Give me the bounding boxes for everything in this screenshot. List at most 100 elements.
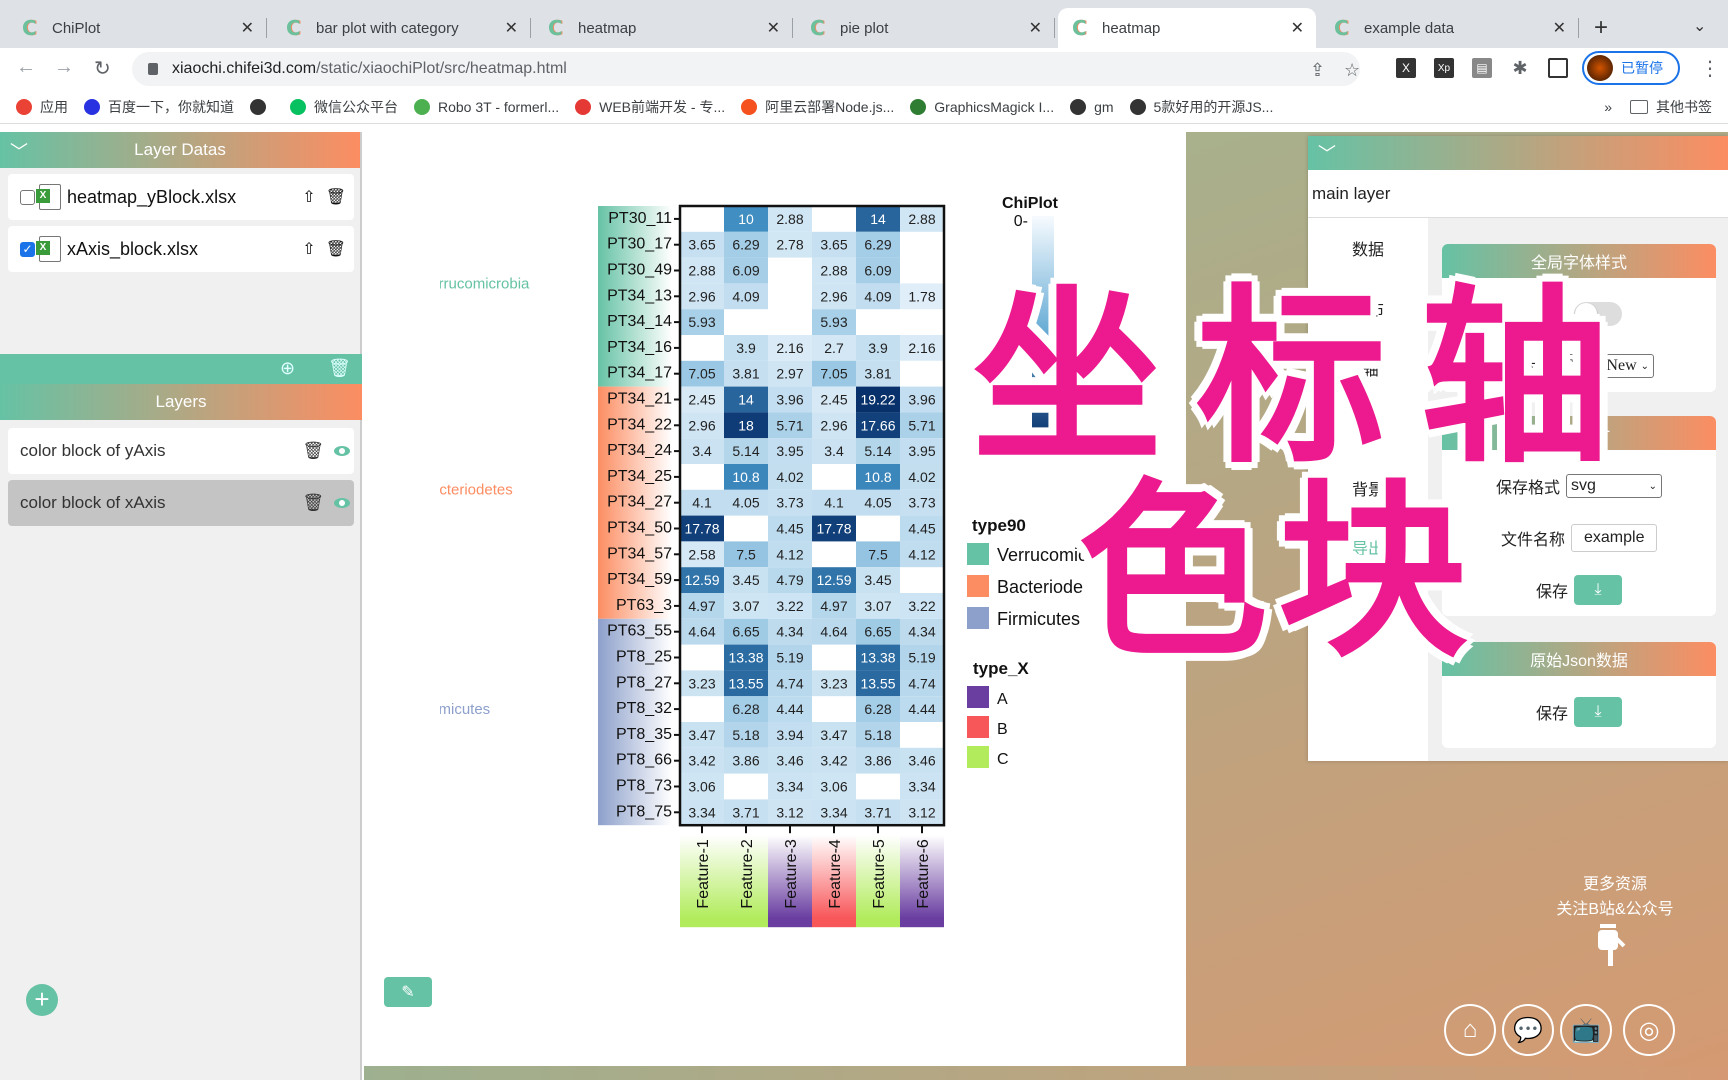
trash-icon[interactable]: 🗑 [326,187,346,207]
cell-value-label: 4.05 [864,495,891,511]
extension-x-icon[interactable]: X [1396,58,1416,78]
share-icon[interactable]: ⇪ [1310,60,1325,81]
data-file-item[interactable]: heatmap_yBlock.xlsx ⇧ 🗑 [8,174,354,220]
bookmark-item[interactable]: gm [1070,97,1114,117]
chiplot-logo-icon[interactable]: ◎ [1623,1004,1675,1056]
cell-value-label: 5.93 [820,314,847,330]
cell-value-label: 17.78 [684,521,719,537]
trash-icon[interactable]: 🗑 [302,493,324,513]
browser-tab[interactable]: Cpie plot ✕ [796,8,1055,48]
pointing-hand-icon [1598,924,1626,966]
layer-item[interactable]: color block of yAxis 🗑 [8,428,354,474]
extensions-puzzle-icon[interactable]: ✱ [1510,58,1530,78]
delete-layers-icon[interactable]: 🗑 [328,358,351,379]
upload-icon[interactable]: ⇧ [302,239,315,259]
cell-value-label: 3.95 [776,443,803,459]
other-bookmarks[interactable]: 其他书签 [1656,97,1712,117]
reload-button[interactable]: ↻ [94,56,111,81]
close-tab-icon[interactable]: ✕ [1553,18,1566,38]
forward-button[interactable]: → [54,56,74,79]
bookmark-label: 百度一下，你就知道 [108,98,234,115]
bookmark-item[interactable]: Robo 3T - formerl... [414,97,559,117]
close-tab-icon[interactable]: ✕ [1029,18,1042,38]
layer-name: color block of xAxis [20,493,166,512]
close-tab-icon[interactable]: ✕ [241,18,254,38]
close-tab-icon[interactable]: ✕ [505,18,518,38]
cell-value-label: 5.19 [776,650,803,666]
side-panel-icon[interactable] [1548,58,1568,78]
legend-swatch [967,746,989,768]
browser-tab[interactable]: Cbar plot with category ✕ [272,8,531,48]
extension-xp-icon[interactable]: Xp [1434,58,1454,78]
cell-value-label: 2.58 [688,546,715,562]
profile-button[interactable]: 已暂停 [1582,51,1680,85]
cell-value-label: 2.7 [824,340,844,356]
bookmark-item[interactable] [250,97,274,117]
browser-tab[interactable]: Cheatmap ✕ [534,8,793,48]
bookmark-item[interactable]: GraphicsMagick I... [910,97,1054,117]
trash-icon[interactable]: 🗑 [302,441,324,461]
cell-value-label: 4.45 [908,521,935,537]
bookmark-item[interactable]: WEB前端开发 - 专... [575,97,725,117]
cell-value-label: 5.19 [908,650,935,666]
bookmarks-overflow-button[interactable]: » [1604,99,1612,115]
column-label: Feature-1 [695,839,712,908]
cell-value-label: 4.64 [820,624,847,640]
browser-tab[interactable]: Cexample data ✕ [1320,8,1579,48]
column-label: Feature-5 [871,839,888,908]
bookmark-star-icon[interactable]: ☆ [1344,60,1360,81]
bookmark-item[interactable]: 5款好用的开源JS... [1129,97,1273,117]
file-checkbox[interactable]: ✓ [20,241,35,257]
file-checkbox[interactable] [20,189,35,205]
trash-icon[interactable]: 🗑 [326,239,346,259]
home-icon[interactable]: ⌂ [1444,1004,1496,1056]
bookmark-item[interactable]: 百度一下，你就知道 [84,97,234,117]
add-button[interactable]: + [26,984,58,1016]
cell-value-label: 5.14 [864,443,891,459]
collapse-chevron-icon[interactable]: ﹀ [10,138,28,164]
bilibili-icon[interactable]: 📺 [1560,1004,1612,1056]
settings-header: ﹀ [1308,136,1728,170]
edit-note-button[interactable]: ✎ [384,977,432,1007]
cell-value-label: 4.97 [688,598,715,614]
close-tab-icon[interactable]: ✕ [767,18,780,38]
add-layer-icon[interactable]: ⊕ [280,358,295,379]
download-image-button[interactable]: ⤓ [1574,575,1622,605]
cell-value-label: 3.22 [908,598,935,614]
new-tab-button[interactable]: + [1594,14,1608,42]
chiplot-favicon-icon: C [548,16,563,40]
column-label: Feature-3 [783,839,800,908]
data-file-item[interactable]: ✓ xAxis_block.xlsx ⇧ 🗑 [8,226,354,272]
bookmark-item[interactable]: 应用 [16,97,68,117]
browser-tab[interactable]: C ChiPlot ✕ [8,8,267,48]
tab-search-chevron-icon[interactable]: ⌄ [1693,16,1706,36]
filename-input[interactable]: example [1571,524,1657,552]
browser-menu-icon[interactable]: ⋮ [1700,56,1720,81]
visibility-eye-icon[interactable] [334,498,350,508]
layer-item[interactable]: color block of xAxis 🗑 [8,480,354,526]
close-tab-icon[interactable]: ✕ [1291,18,1304,38]
bookmark-item[interactable]: 阿里云部署Node.js... [741,97,894,117]
address-bar[interactable]: xiaochi.chifei3d.com/static/xiaochiPlot/… [132,52,1360,86]
back-button[interactable]: ← [16,56,36,79]
cell-value-label: 5.14 [732,443,759,459]
browser-tab[interactable]: Cheatmap ✕ [1058,8,1316,48]
collapse-chevron-icon[interactable]: ﹀ [1318,140,1336,166]
visibility-eye-icon[interactable] [334,446,350,456]
bookmark-item[interactable]: 微信公众平台 [290,97,398,117]
cell-value-label: 4.09 [732,288,759,304]
row-label: PT34_22 [607,416,672,433]
layer-name: color block of yAxis [20,441,166,460]
promo-line2: 关注B站&公众号 [1556,901,1674,918]
cell-value-label: 4.44 [776,701,803,717]
extension-printer-icon[interactable]: ▤ [1472,58,1492,78]
row-label: PT8_66 [616,752,672,769]
tab-divider [1578,18,1579,38]
profile-status: 已暂停 [1621,60,1663,76]
url-host: xiaochi.chifei3d.com [172,60,317,77]
download-json-button[interactable]: ⤓ [1574,697,1622,727]
html-badge-icon [575,98,592,115]
upload-icon[interactable]: ⇧ [302,187,315,207]
cell-value-label: 3.46 [908,753,935,769]
wechat-icon[interactable]: 💬 [1502,1004,1554,1056]
